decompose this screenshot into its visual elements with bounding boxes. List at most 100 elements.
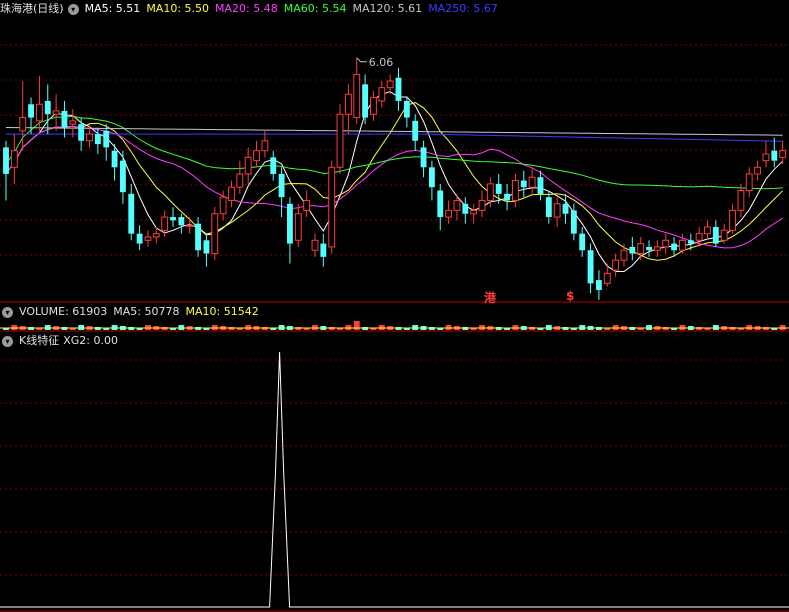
- candle-down: [278, 173, 285, 198]
- candle-down: [395, 77, 402, 101]
- ma20-readout: MA20: 5.48: [215, 2, 278, 15]
- candle-up: [704, 226, 711, 235]
- candle-up: [470, 209, 478, 215]
- candle-up: [653, 246, 661, 251]
- xg2-signal-line: [0, 351, 789, 608]
- candle-up: [779, 150, 787, 158]
- candle-down: [170, 217, 176, 221]
- volume-readout: VOLUME: 61903: [19, 305, 108, 318]
- candle-up: [637, 243, 645, 255]
- candle-down: [270, 157, 277, 174]
- candle-up: [328, 166, 336, 248]
- candle-up: [378, 87, 386, 102]
- candle-down: [119, 160, 126, 193]
- candle-down: [94, 134, 101, 145]
- candle-down: [136, 233, 143, 244]
- candle-down: [646, 246, 652, 251]
- candle-up: [478, 199, 486, 211]
- ma60-readout: MA60: 5.54: [283, 2, 347, 15]
- candle-up: [679, 239, 686, 251]
- candle-up: [10, 150, 18, 168]
- candle-down: [28, 104, 34, 118]
- candle-down: [671, 243, 678, 251]
- candle-down: [78, 124, 85, 141]
- candle-up: [486, 183, 494, 201]
- indicator-settings-icon[interactable]: ▾: [2, 335, 13, 347]
- indicator-title: K线特征: [19, 334, 60, 347]
- candle-up: [695, 233, 703, 241]
- candle-up: [745, 173, 753, 192]
- candle-up: [720, 229, 728, 241]
- candle-down: [504, 193, 510, 201]
- candle-up: [620, 249, 628, 261]
- candle-up: [386, 80, 394, 89]
- candle-up: [211, 213, 219, 255]
- candle-down: [771, 150, 778, 161]
- settings-circle-icon[interactable]: ▾: [67, 3, 79, 15]
- candle-up: [294, 213, 302, 241]
- candle-up: [737, 190, 745, 211]
- candle-down: [520, 180, 527, 188]
- candle-down: [495, 183, 502, 194]
- candle-down: [562, 203, 569, 214]
- candle-up: [453, 199, 461, 211]
- marker-dollar: $: [566, 289, 575, 303]
- volume-bar: [353, 321, 360, 330]
- candle-down: [712, 227, 719, 244]
- candle-down: [111, 150, 118, 168]
- candle-up: [19, 117, 27, 132]
- ma10-readout: MA10: 5.50: [146, 2, 210, 15]
- candle-up: [186, 224, 194, 227]
- candle-down: [570, 210, 577, 234]
- candle-down: [420, 147, 427, 168]
- candle-up: [52, 110, 60, 115]
- xg2-line: [0, 351, 789, 608]
- candle-down: [287, 203, 293, 244]
- candle-up: [336, 113, 344, 168]
- candle-down: [629, 246, 636, 254]
- candle-up: [612, 259, 620, 271]
- volume-bars: [0, 321, 789, 330]
- candle-up: [219, 196, 227, 215]
- ma120-readout: MA120: 5.61: [352, 2, 423, 15]
- candle-down: [412, 120, 419, 141]
- candle-up: [344, 93, 352, 115]
- candle-up: [35, 103, 43, 122]
- candle-up: [144, 236, 152, 241]
- stock-name: 珠海港(日线): [0, 2, 64, 15]
- candle-down: [203, 240, 210, 254]
- ma250-readout: MA250: 5.67: [428, 2, 498, 15]
- ma5-readout: MA5: 5.51: [84, 2, 141, 15]
- candle-up: [528, 176, 536, 188]
- candle-up: [261, 140, 269, 152]
- annotation-label: 6.06: [369, 56, 394, 69]
- candle-up: [762, 153, 770, 162]
- candle-down: [195, 223, 201, 251]
- candle-down: [403, 100, 410, 118]
- candle-down: [545, 197, 552, 218]
- candle-up: [244, 156, 252, 175]
- annotation-leader: [356, 57, 367, 63]
- volume-ma10-readout: MA10: 51542: [185, 305, 259, 318]
- candle-up: [353, 73, 361, 119]
- volume-ma5-readout: MA5: 50778: [113, 305, 180, 318]
- candle-up: [662, 239, 670, 248]
- xg2-readout: XG2: 0.00: [63, 334, 118, 347]
- candle-down: [320, 243, 327, 257]
- candle-up: [603, 272, 611, 284]
- indicator-legend: ▾ K线特征 XG2: 0.00: [0, 332, 124, 350]
- candle-up: [228, 186, 235, 201]
- candle-up: [161, 216, 169, 231]
- volume-legend: ▾ VOLUME: 61903 MA5: 50778 MA10: 51542: [0, 303, 265, 321]
- candle-down: [178, 217, 185, 226]
- candle-up: [445, 209, 453, 218]
- candle-down: [362, 84, 369, 118]
- volume-settings-icon[interactable]: ▾: [2, 306, 13, 318]
- candle-down: [579, 233, 586, 251]
- candle-down: [596, 280, 602, 291]
- candle-up: [69, 120, 77, 125]
- candle-up: [236, 173, 244, 188]
- candle-down: [103, 130, 110, 148]
- candle-up: [86, 133, 93, 142]
- candle-down: [3, 147, 9, 174]
